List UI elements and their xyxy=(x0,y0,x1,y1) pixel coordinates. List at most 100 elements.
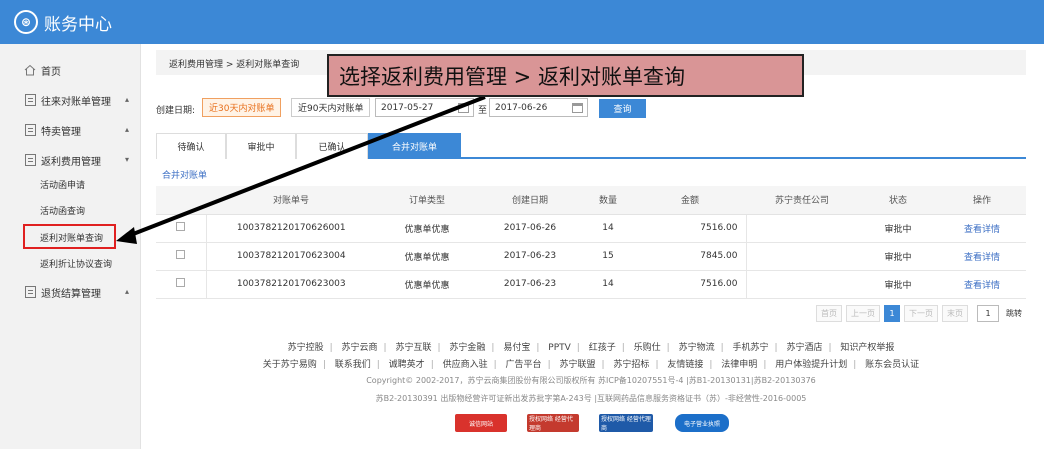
footer-links-2: 关于苏宁易购 | 联系我们 | 诚聘英才 | 供应商入驻 | 广告平台 | 苏宁联盟 | 苏… xyxy=(262,360,920,370)
table-row: 1003782120170623003 优惠单优惠 2017-06-23 14 … xyxy=(156,270,1026,299)
sidebar-subitem-activity-apply[interactable]: 活动函申请 xyxy=(0,172,141,196)
merge-statement-link[interactable]: 合并对账单 xyxy=(162,168,207,181)
authorized-badge[interactable]: 授权网络 经营代理商 xyxy=(599,414,653,432)
footer-link[interactable]: 苏宁物流 xyxy=(679,343,715,353)
footer-link[interactable]: 联系我们 xyxy=(335,360,371,370)
authorized-badge[interactable]: 授权网络 经营代理商 xyxy=(527,414,579,432)
start-date-input[interactable]: 2017-05-27 xyxy=(375,98,474,117)
view-detail-link[interactable]: 查看详情 xyxy=(938,242,1026,271)
footer-link[interactable]: 苏宁控股 xyxy=(288,343,324,353)
amount: 7516.00 xyxy=(634,214,746,243)
responsible-company xyxy=(745,270,858,299)
document-icon xyxy=(25,94,36,106)
footer-link[interactable]: PPTV xyxy=(548,343,571,353)
order-type: 优惠单优惠 xyxy=(376,214,478,243)
sidebar-item-statement-mgmt[interactable]: 往来对账单管理 ▴ xyxy=(0,86,141,114)
chevron-up-icon: ▴ xyxy=(124,95,129,104)
go-button[interactable]: 跳转 xyxy=(1001,305,1027,322)
pager-last[interactable]: 末页 xyxy=(942,305,968,322)
pager-prev[interactable]: 上一页 xyxy=(846,305,880,322)
footer-link[interactable]: 用户体验提升计划 xyxy=(775,360,847,370)
row-checkbox[interactable] xyxy=(176,250,186,259)
sidebar-item-label: 退货结算管理 xyxy=(41,288,101,300)
footer-link[interactable]: 红孩子 xyxy=(589,343,616,353)
sidebar-item-home[interactable]: 首页 xyxy=(0,56,141,84)
created-date-label: 创建日期: xyxy=(156,106,196,116)
pager-first[interactable]: 首页 xyxy=(816,305,842,322)
footer-link[interactable]: 供应商入驻 xyxy=(443,360,488,370)
footer-link[interactable]: 苏宁酒店 xyxy=(786,343,822,353)
footer-link[interactable]: 苏宁金融 xyxy=(449,343,485,353)
statement-no: 1003782120170623003 xyxy=(205,270,376,299)
brand[interactable]: ⊛ 账务中心 xyxy=(14,9,112,35)
footer-link[interactable]: 易付宝 xyxy=(503,343,530,353)
column-header xyxy=(156,186,206,215)
tab-merged[interactable]: 合并对账单 xyxy=(368,133,461,159)
amount: 7516.00 xyxy=(634,270,746,299)
column-header: 金额 xyxy=(634,186,746,215)
statement-no: 1003782120170626001 xyxy=(205,214,376,243)
column-header: 苏宁责任公司 xyxy=(746,186,858,215)
row-checkbox[interactable] xyxy=(176,222,186,231)
tab-confirmed[interactable]: 已确认 xyxy=(296,133,368,159)
document-icon xyxy=(25,154,36,166)
column-header: 创建日期 xyxy=(478,186,582,215)
footer-links-1: 苏宁控股 | 苏宁云商 | 苏宁互联 | 苏宁金融 | 易付宝 | PPTV | 红孩子 | … xyxy=(287,343,895,353)
sidebar-item-special-sale[interactable]: 特卖管理 ▴ xyxy=(0,116,141,144)
sidebar-subitem-rebate-agreement[interactable]: 返利折让协议查询 xyxy=(0,251,141,275)
row-checkbox[interactable] xyxy=(176,278,186,287)
sidebar-item-label: 特卖管理 xyxy=(41,126,81,138)
order-type: 优惠单优惠 xyxy=(376,242,478,271)
created-date: 2017-06-26 xyxy=(478,214,582,243)
sidebar-item-rebate-mgmt[interactable]: 返利费用管理 ▾ xyxy=(0,146,141,174)
order-type: 优惠单优惠 xyxy=(376,270,478,299)
page-number-input[interactable]: 1 xyxy=(977,305,999,322)
footer-link[interactable]: 苏宁互联 xyxy=(395,343,431,353)
column-header: 状态 xyxy=(858,186,938,215)
footer-link[interactable]: 友情链接 xyxy=(667,360,703,370)
business-license-badge[interactable]: 电子营业执照 xyxy=(675,414,729,432)
trusted-site-badge[interactable]: 诚信网站 xyxy=(455,414,507,432)
footer-link[interactable]: 苏宁联盟 xyxy=(559,360,595,370)
tab-approving[interactable]: 审批中 xyxy=(226,133,296,159)
pager-next[interactable]: 下一页 xyxy=(904,305,938,322)
calendar-icon[interactable] xyxy=(572,103,583,113)
tab-pending[interactable]: 待确认 xyxy=(156,133,226,159)
responsible-company xyxy=(745,214,858,243)
chevron-up-icon: ▴ xyxy=(124,287,129,296)
footer-link[interactable]: 苏宁云商 xyxy=(342,343,378,353)
row-checkbox-cell xyxy=(156,270,206,299)
end-date-input[interactable]: 2017-06-26 xyxy=(489,98,588,117)
status: 审批中 xyxy=(858,214,938,243)
pager-current[interactable]: 1 xyxy=(884,305,900,322)
footer-link[interactable]: 广告平台 xyxy=(506,360,542,370)
app-title: 账务中心 xyxy=(44,14,112,35)
footer-link[interactable]: 账东会员认证 xyxy=(865,360,919,370)
top-bar: ⊛ 账务中心 xyxy=(0,0,1044,44)
instruction-callout: 选择返利费用管理 > 返利对账单查询 xyxy=(327,54,804,97)
column-header: 操作 xyxy=(938,186,1026,215)
footer-link[interactable]: 诚聘英才 xyxy=(389,360,425,370)
sidebar-item-label: 返利费用管理 xyxy=(41,156,101,168)
range-90-button[interactable]: 近90天内对账单 xyxy=(291,98,371,117)
created-date: 2017-06-23 xyxy=(478,270,582,299)
sidebar-item-return-settlement[interactable]: 退货结算管理 ▴ xyxy=(0,278,141,306)
query-button[interactable]: 查询 xyxy=(599,99,646,118)
status: 审批中 xyxy=(858,270,938,299)
footer-license: 苏B2-20130391 出版物经营许可证新出发苏批字第A-243号 |互联网药… xyxy=(375,394,807,403)
sidebar-subitem-activity-query[interactable]: 活动函查询 xyxy=(0,198,141,222)
document-icon xyxy=(25,124,36,136)
footer-link[interactable]: 乐购仕 xyxy=(634,343,661,353)
view-detail-link[interactable]: 查看详情 xyxy=(938,270,1026,299)
footer-link[interactable]: 法律申明 xyxy=(721,360,757,370)
footer-link[interactable]: 苏宁招标 xyxy=(613,360,649,370)
calendar-icon[interactable] xyxy=(458,103,469,113)
range-30-button[interactable]: 近30天内对账单 xyxy=(202,98,282,117)
row-checkbox-cell xyxy=(156,214,206,243)
footer-link[interactable]: 手机苏宁 xyxy=(733,343,769,353)
footer-link[interactable]: 知识产权举报 xyxy=(840,343,894,353)
footer-link[interactable]: 关于苏宁易购 xyxy=(263,360,317,370)
quantity: 14 xyxy=(582,214,634,243)
view-detail-link[interactable]: 查看详情 xyxy=(938,214,1026,243)
statement-table: 对账单号 订单类型 创建日期 数量 金额 苏宁责任公司 状态 操作 100378… xyxy=(156,186,1026,299)
